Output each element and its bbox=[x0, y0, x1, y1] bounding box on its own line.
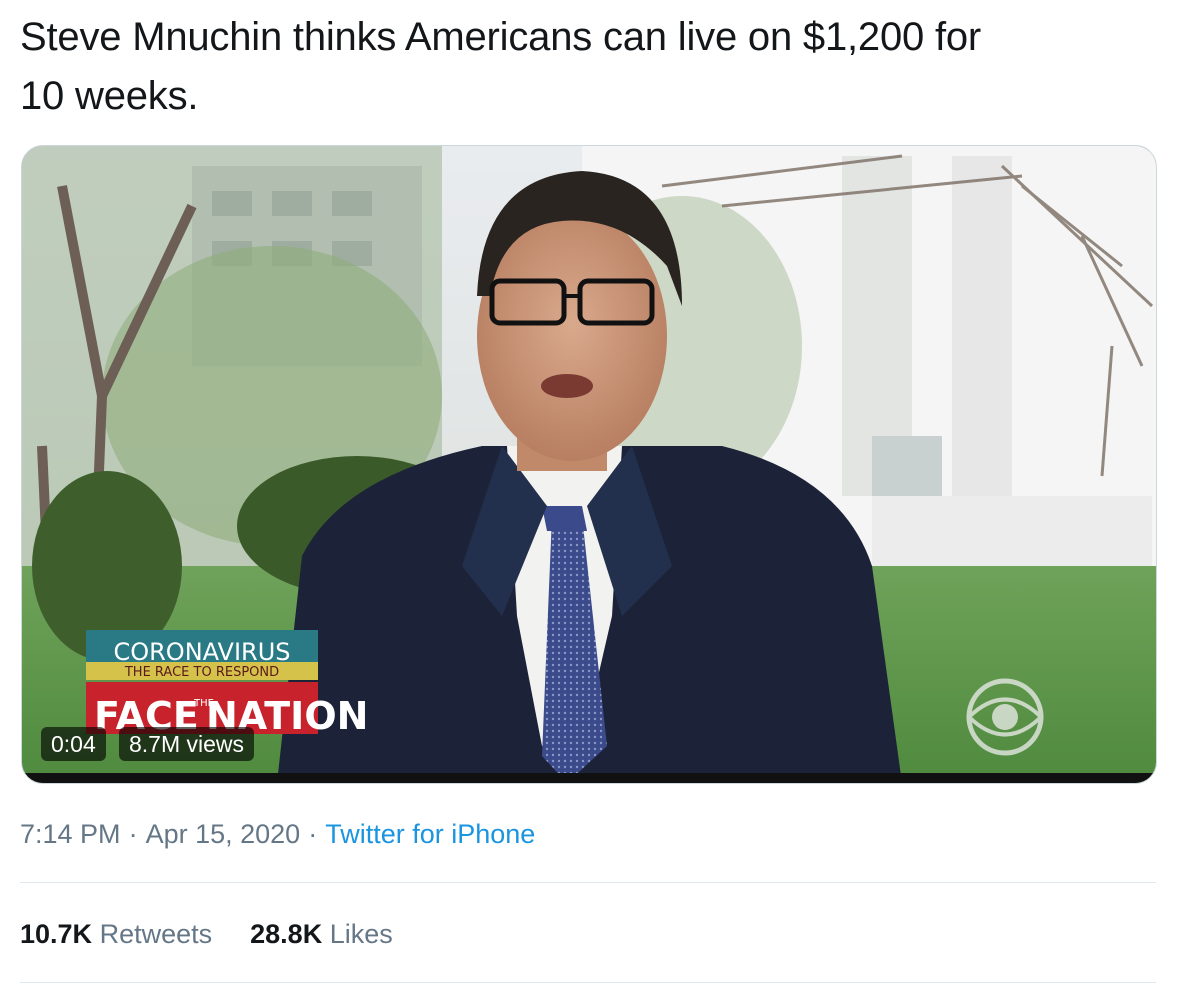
video-player[interactable]: CORONAVIRUS THE RACE TO RESPOND FACE THE… bbox=[21, 145, 1157, 784]
retweets-label: Retweets bbox=[99, 919, 213, 949]
tweet-stats: 10.7K Retweets 28.8K Likes bbox=[20, 914, 431, 954]
meta-separator: · bbox=[128, 819, 138, 849]
likes-count: 28.8K bbox=[250, 919, 323, 949]
meta-separator: · bbox=[308, 819, 318, 849]
retweets-stat[interactable]: 10.7K Retweets bbox=[20, 914, 212, 954]
likes-stat[interactable]: 28.8K Likes bbox=[250, 914, 393, 954]
overlay-race-to-respond: THE RACE TO RESPOND bbox=[124, 665, 279, 680]
video-progress-bar[interactable] bbox=[22, 773, 1156, 783]
tweet-text-line2: 10 weeks. bbox=[20, 74, 199, 118]
divider bbox=[20, 982, 1156, 983]
video-elapsed-time: 0:04 bbox=[41, 727, 106, 761]
overlay-coronavirus: CORONAVIRUS bbox=[113, 638, 290, 666]
video-view-count: 8.7M views bbox=[119, 727, 255, 761]
tweet-time[interactable]: 7:14 PM bbox=[20, 819, 121, 849]
tweet-text-line1: Steve Mnuchin thinks Americans can live … bbox=[20, 15, 982, 59]
tweet-source-link[interactable]: Twitter for iPhone bbox=[325, 819, 535, 849]
divider bbox=[20, 882, 1156, 883]
tweet-text: Steve Mnuchin thinks Americans can live … bbox=[20, 8, 1140, 126]
video-frame: CORONAVIRUS THE RACE TO RESPOND FACE THE… bbox=[22, 146, 1156, 783]
tweet-date[interactable]: Apr 15, 2020 bbox=[146, 819, 301, 849]
retweets-count: 10.7K bbox=[20, 919, 93, 949]
tweet-meta: 7:14 PM · Apr 15, 2020 · Twitter for iPhone bbox=[20, 814, 535, 854]
likes-label: Likes bbox=[329, 919, 393, 949]
